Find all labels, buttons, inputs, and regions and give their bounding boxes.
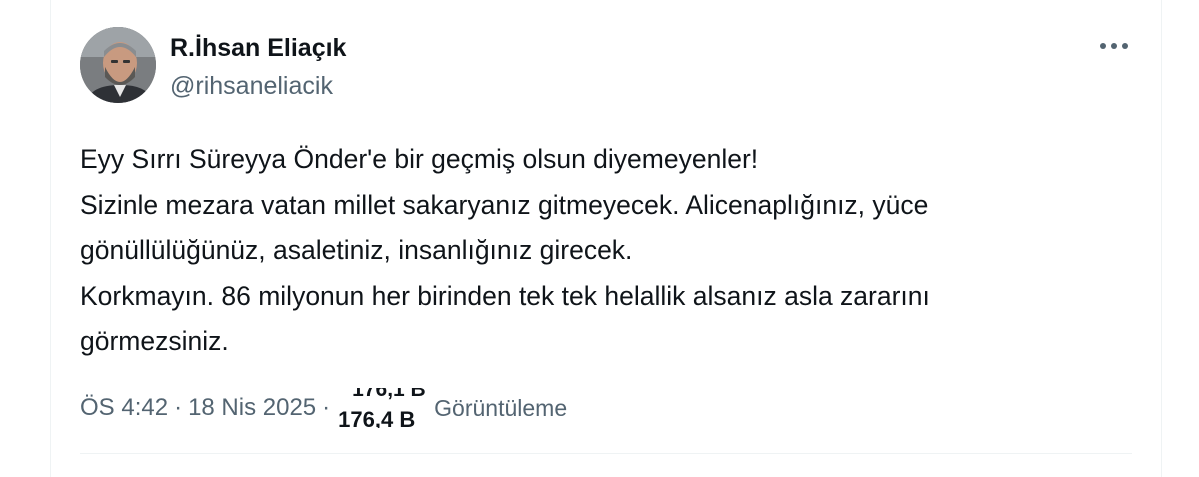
tweet-text: Eyy Sırrı Süreyya Önder'e bir geçmiş ols…	[80, 137, 1140, 365]
tweet-meta: ÖS 4:42 · 18 Nis 2025 · 176,1 B 176,4 B …	[80, 388, 567, 428]
more-options-button[interactable]	[1094, 32, 1134, 60]
views-label[interactable]: Görüntüleme	[434, 395, 567, 422]
tweet-text-line: Korkmayın. 86 milyonun her birinden tek …	[80, 280, 930, 311]
meta-separator: ·	[322, 394, 331, 421]
tweet-time[interactable]: ÖS 4:42	[80, 394, 168, 422]
person-photo-avatar-icon	[80, 27, 156, 103]
view-count-new: 176,4 B	[338, 407, 416, 428]
tweet-date[interactable]: 18 Nis 2025	[188, 394, 316, 422]
view-count[interactable]: 176,1 B 176,4 B	[338, 388, 430, 428]
tweet-text-line: Sizinle mezara vatan millet sakaryanız g…	[80, 189, 929, 220]
avatar[interactable]	[80, 27, 156, 103]
tweet-text-line: görmezsiniz.	[80, 326, 229, 356]
tweet-text-line: Eyy Sırrı Süreyya Önder'e bir geçmiş ols…	[80, 144, 759, 174]
tweet-text-line: gönüllülüğünüz, asaletiniz, insanlığınız…	[80, 235, 633, 265]
divider	[80, 453, 1132, 454]
author-display-name[interactable]: R.İhsan Eliaçık	[170, 33, 346, 63]
view-count-old: 176,1 B	[352, 388, 426, 401]
author-handle[interactable]: @rihsaneliacik	[170, 71, 333, 101]
page: R.İhsan Eliaçık @rihsaneliacik Eyy Sırrı…	[0, 0, 1199, 477]
meta-separator: ·	[174, 394, 183, 421]
more-horizontal-icon	[1100, 43, 1128, 49]
